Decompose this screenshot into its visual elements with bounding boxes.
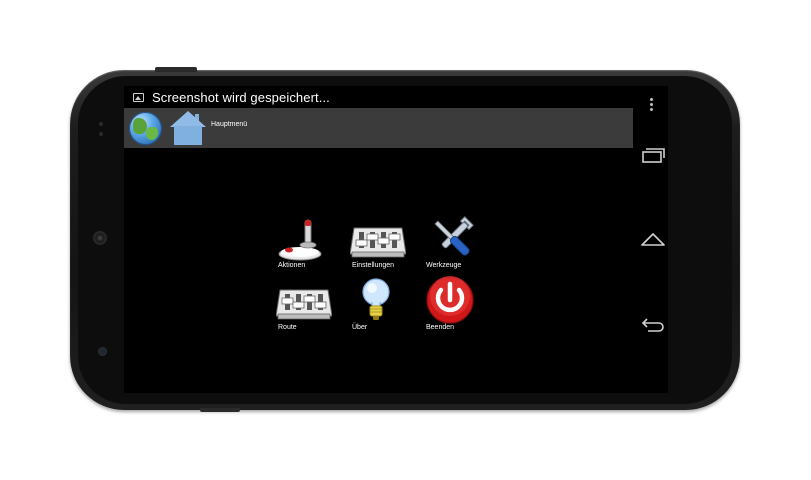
menu-item-beenden[interactable]: Beenden <box>424 276 498 336</box>
mixer-settings-icon <box>350 227 406 258</box>
lightbulb-icon <box>362 278 390 320</box>
menu-item-einstellungen[interactable]: Einstellungen <box>350 214 424 274</box>
menu-item-werkzeuge[interactable]: Werkzeuge <box>424 214 498 274</box>
overflow-menu-icon[interactable] <box>650 98 654 112</box>
home-icon[interactable] <box>170 111 206 145</box>
power-icon <box>426 276 474 324</box>
menu-label: Über <box>352 324 368 331</box>
menu-label: Werkzeuge <box>426 262 462 269</box>
image-icon <box>133 92 144 102</box>
front-camera <box>99 348 106 355</box>
joystick-icon <box>278 219 322 261</box>
menu-label: Route <box>278 324 297 331</box>
menu-item-route[interactable]: Route <box>276 276 350 336</box>
screen: Screenshot wird gespeichert... Hauptmenü… <box>124 86 668 393</box>
mixer-route-icon <box>276 289 332 320</box>
proximity-sensor <box>99 122 103 126</box>
power-key <box>155 67 197 72</box>
speaker-grille <box>93 231 107 245</box>
breadcrumb: Hauptmenü <box>211 121 248 128</box>
menu-item-aktionen[interactable]: Aktionen <box>276 214 350 274</box>
recent-apps-icon[interactable] <box>640 146 666 164</box>
home-nav-icon[interactable] <box>640 231 666 249</box>
menu-label: Aktionen <box>278 262 306 269</box>
main-menu-grid: Aktionen Einstellungen Werkzeuge Route Ü… <box>276 214 486 342</box>
volume-key <box>200 408 240 412</box>
globe-icon[interactable] <box>129 111 162 145</box>
menu-label: Einstellungen <box>352 262 395 269</box>
tools-icon <box>434 216 474 256</box>
status-text: Screenshot wird gespeichert... <box>152 89 330 105</box>
menu-item-ueber[interactable]: Über <box>350 276 424 336</box>
action-bar: Hauptmenü <box>124 108 633 148</box>
status-bar: Screenshot wird gespeichert... <box>124 86 668 108</box>
back-icon[interactable] <box>640 316 666 334</box>
light-sensor <box>99 132 103 136</box>
menu-label: Beenden <box>426 324 455 331</box>
